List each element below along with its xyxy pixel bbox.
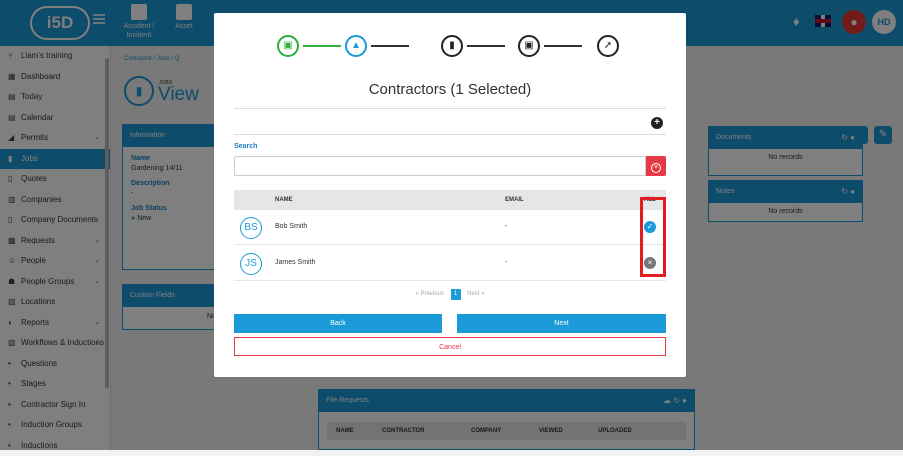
column-header-email: EMAIL: [505, 190, 524, 210]
pagination: « Previous 1 Next »: [214, 289, 686, 300]
divider: [234, 108, 666, 109]
step-image-icon[interactable]: ▣: [518, 35, 540, 57]
clear-search-button[interactable]: ×: [646, 156, 666, 176]
step-connector: [371, 45, 409, 47]
avatar: JS: [240, 253, 262, 275]
avatar: BS: [240, 217, 262, 239]
selected-check-icon[interactable]: ✓: [644, 221, 656, 233]
divider: [234, 134, 666, 135]
back-button[interactable]: Back: [234, 314, 442, 333]
contractor-name: James Smith: [275, 259, 315, 266]
step-connector: [544, 45, 582, 47]
column-header-all[interactable]: ALL: [644, 190, 656, 210]
column-header-name: NAME: [275, 190, 293, 210]
contractor-name: Bob Smith: [275, 223, 307, 230]
step-finish-icon[interactable]: ➚: [597, 35, 619, 57]
step-connector: [467, 45, 505, 47]
unselected-x-icon[interactable]: ×: [644, 257, 656, 269]
contractor-table-header: NAME EMAIL ALL: [234, 190, 666, 210]
step-contractors-icon[interactable]: ▲: [345, 35, 367, 57]
table-row[interactable]: JS James Smith - ×: [234, 246, 666, 281]
search-input[interactable]: [234, 156, 646, 176]
step-connector: [303, 45, 341, 47]
table-row[interactable]: BS Bob Smith - ✓: [234, 210, 666, 245]
cancel-button[interactable]: Cancel: [234, 337, 666, 356]
next-button[interactable]: Next: [457, 314, 666, 333]
contractor-email: -: [505, 259, 507, 266]
pager-previous[interactable]: « Previous: [415, 291, 443, 297]
close-icon: ×: [651, 163, 661, 173]
search-label: Search: [234, 143, 257, 150]
step-documents-icon[interactable]: ▮: [441, 35, 463, 57]
contractor-email: -: [505, 223, 507, 230]
step-job-icon[interactable]: ▣: [277, 35, 299, 57]
pager-page[interactable]: 1: [451, 289, 461, 300]
modal-title: Contractors (1 Selected): [214, 81, 686, 98]
pager-next[interactable]: Next »: [467, 291, 484, 297]
contractors-modal: ▣ ▲ ▮ ▣ ➚ Contractors (1 Selected) + Sea…: [214, 13, 686, 377]
add-contractor-button[interactable]: +: [651, 117, 663, 129]
